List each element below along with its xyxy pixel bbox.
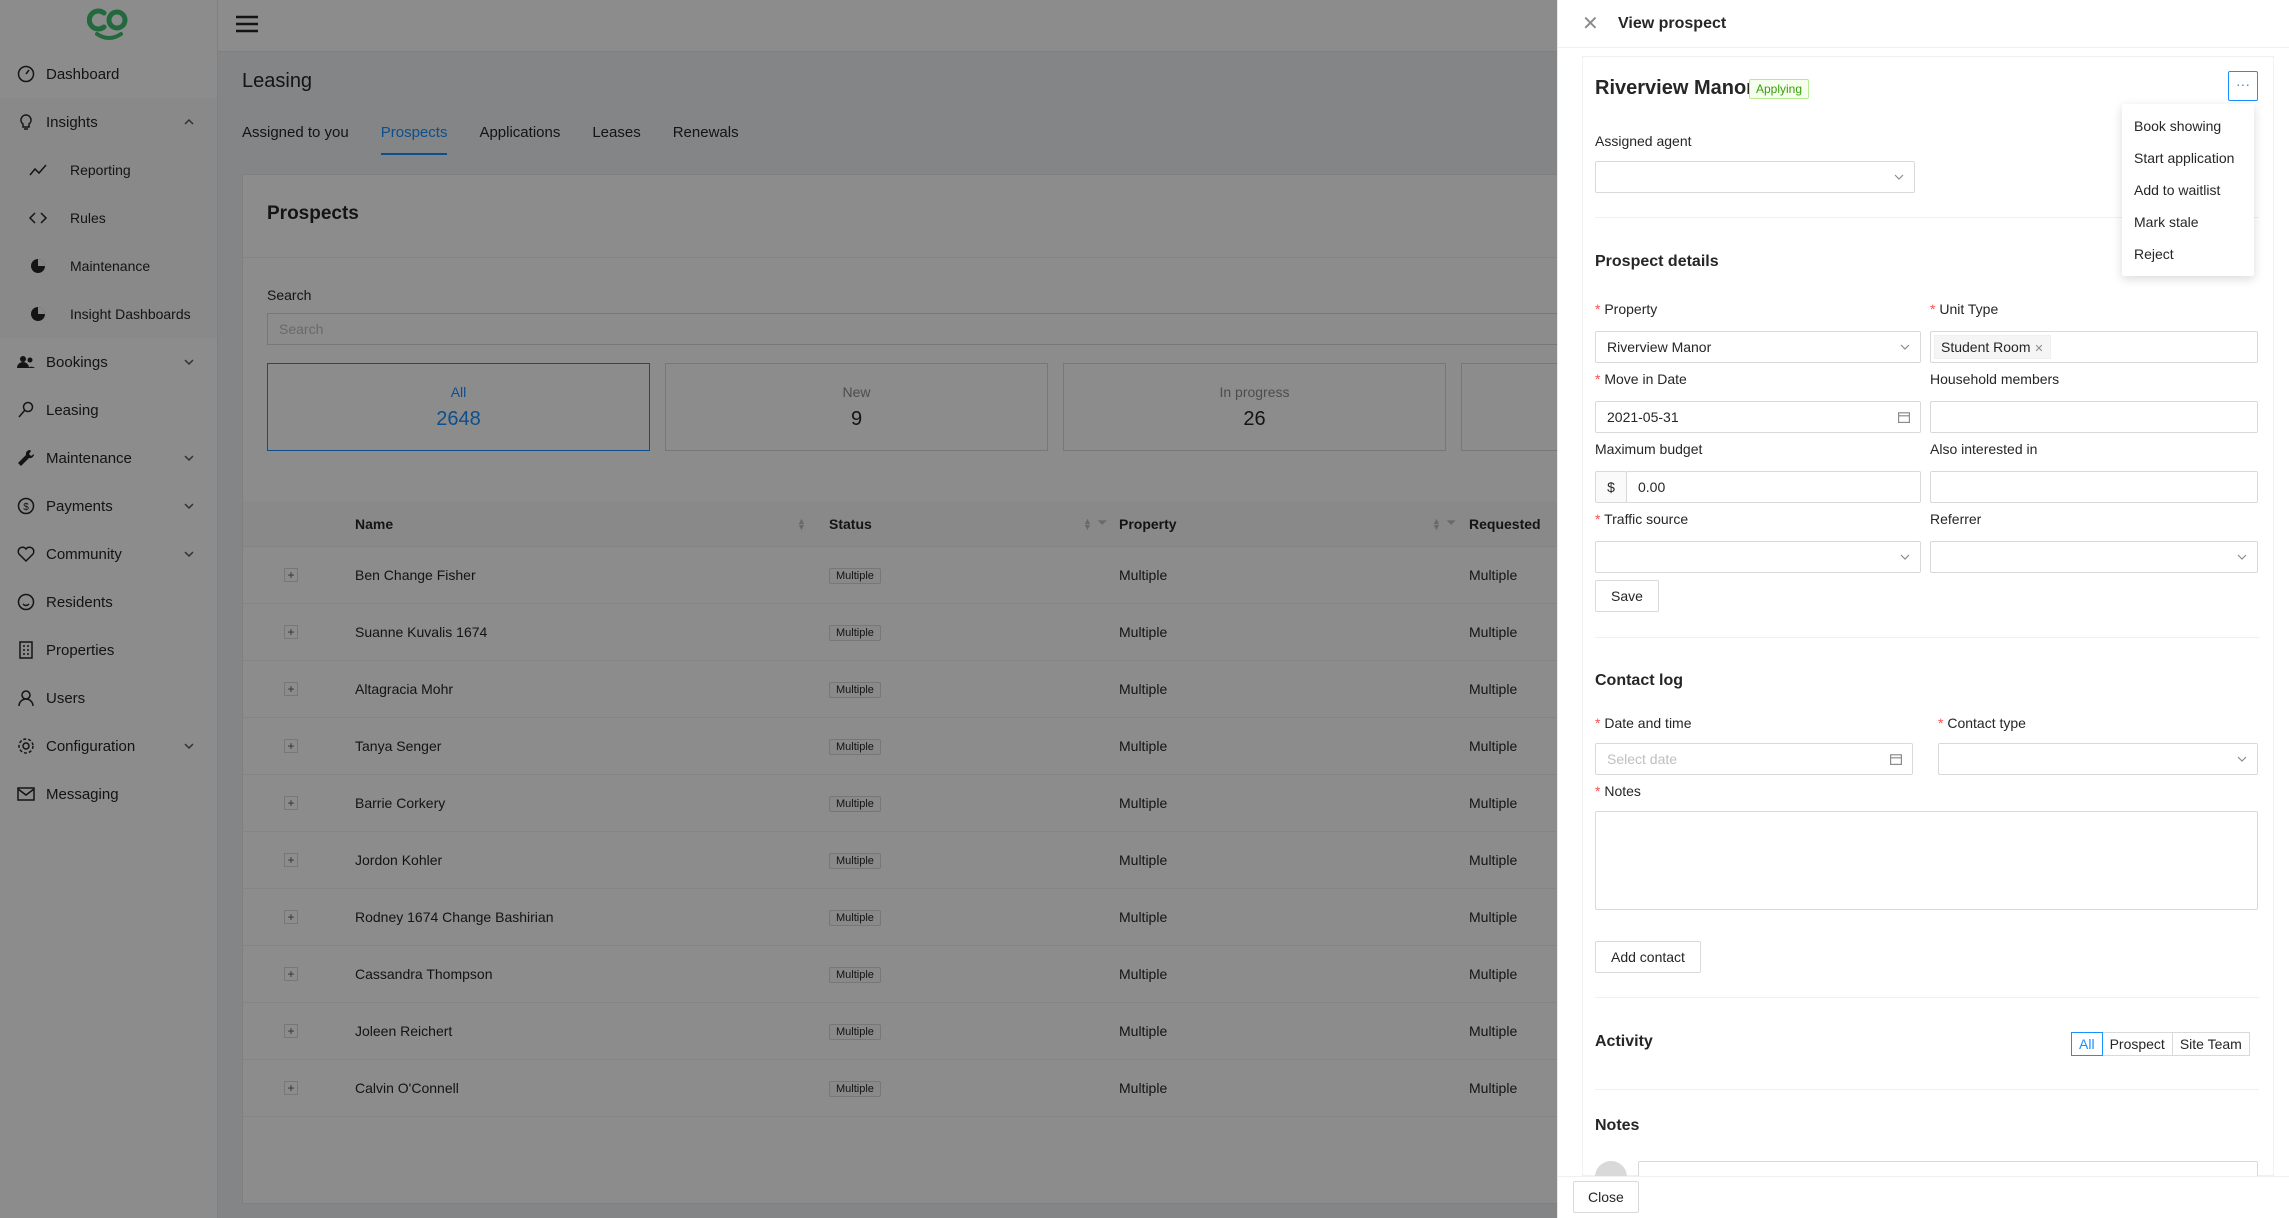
date-time-label: Date and time xyxy=(1595,715,1691,731)
drawer-header: ✕ View prospect xyxy=(1558,0,2289,48)
notes-title: Notes xyxy=(1595,1117,1640,1134)
prospect-name: Riverview Manor xyxy=(1595,77,1754,99)
budget-input[interactable]: 0.00 xyxy=(1626,471,1921,503)
unit-type-tag: Student Room ✕ xyxy=(1934,335,2051,359)
filter-site-team[interactable]: Site Team xyxy=(2171,1032,2250,1056)
menu-item-reject[interactable]: Reject xyxy=(2122,238,2254,270)
calendar-icon xyxy=(1898,412,1910,423)
also-interested-label: Also interested in xyxy=(1930,441,2038,457)
chevron-down-icon xyxy=(2237,554,2247,560)
status-badge: Applying xyxy=(1749,79,1810,99)
traffic-source-select[interactable] xyxy=(1595,541,1921,573)
household-label: Household members xyxy=(1930,371,2060,387)
also-interested-input[interactable] xyxy=(1930,471,2258,503)
budget-label: Maximum budget xyxy=(1595,441,1703,457)
contact-type-label: Contact type xyxy=(1938,715,2026,731)
date-placeholder: Select date xyxy=(1607,751,1678,767)
drawer-title: View prospect xyxy=(1618,14,1727,32)
assigned-agent-label: Assigned agent xyxy=(1595,133,1692,149)
assigned-agent-select[interactable] xyxy=(1595,161,1915,193)
close-icon[interactable]: ✕ xyxy=(1582,11,1608,36)
filter-all[interactable]: All xyxy=(2071,1032,2103,1056)
move-in-date-picker[interactable]: 2021-05-31 xyxy=(1595,401,1921,433)
add-contact-button[interactable]: Add contact xyxy=(1595,941,1701,973)
contact-log-title: Contact log xyxy=(1595,672,1683,689)
more-actions-button[interactable]: ··· xyxy=(2228,71,2258,101)
chevron-down-icon xyxy=(1900,554,1910,560)
calendar-icon xyxy=(1890,754,1902,765)
household-input[interactable] xyxy=(1930,401,2258,433)
menu-item-book-showing[interactable]: Book showing xyxy=(2122,110,2254,142)
drawer-footer: Close xyxy=(1558,1176,2289,1218)
close-icon[interactable]: ✕ xyxy=(2034,343,2043,355)
budget-prefix: $ xyxy=(1595,471,1627,503)
contact-type-select[interactable] xyxy=(1938,743,2258,775)
filter-prospect[interactable]: Prospect xyxy=(2101,1032,2173,1056)
save-button[interactable]: Save xyxy=(1595,580,1659,612)
activity-filter: All Prospect Site Team xyxy=(2071,1032,2250,1056)
modal-overlay[interactable] xyxy=(0,0,1557,1218)
prospect-details-title: Prospect details xyxy=(1595,253,1719,270)
divider xyxy=(1595,1089,2259,1090)
notes-label: Notes xyxy=(1595,783,1641,799)
date-time-picker[interactable]: Select date xyxy=(1595,743,1913,775)
chevron-down-icon xyxy=(2237,756,2247,762)
unit-type-select[interactable]: Student Room ✕ xyxy=(1930,331,2258,363)
unit-type-label: Unit Type xyxy=(1930,301,1998,317)
move-in-value: 2021-05-31 xyxy=(1607,409,1679,425)
property-value: Riverview Manor xyxy=(1607,339,1712,355)
chevron-down-icon xyxy=(1900,344,1910,350)
menu-item-mark-stale[interactable]: Mark stale xyxy=(2122,206,2254,238)
chevron-down-icon xyxy=(1894,174,1904,180)
menu-item-add-to-waitlist[interactable]: Add to waitlist xyxy=(2122,174,2254,206)
traffic-source-label: Traffic source xyxy=(1595,511,1688,527)
property-label: Property xyxy=(1595,301,1657,317)
menu-item-start-application[interactable]: Start application xyxy=(2122,142,2254,174)
move-in-label: Move in Date xyxy=(1595,371,1686,387)
more-actions-menu: Book showing Start application Add to wa… xyxy=(2122,104,2254,276)
close-button[interactable]: Close xyxy=(1573,1181,1639,1213)
unit-type-tag-label: Student Room xyxy=(1941,339,2031,355)
referrer-select[interactable] xyxy=(1930,541,2258,573)
notes-textarea[interactable] xyxy=(1595,811,2258,910)
divider xyxy=(1595,997,2259,998)
property-select[interactable]: Riverview Manor xyxy=(1595,331,1921,363)
divider xyxy=(1595,637,2259,638)
activity-title: Activity xyxy=(1595,1033,1653,1050)
referrer-label: Referrer xyxy=(1930,511,1982,527)
